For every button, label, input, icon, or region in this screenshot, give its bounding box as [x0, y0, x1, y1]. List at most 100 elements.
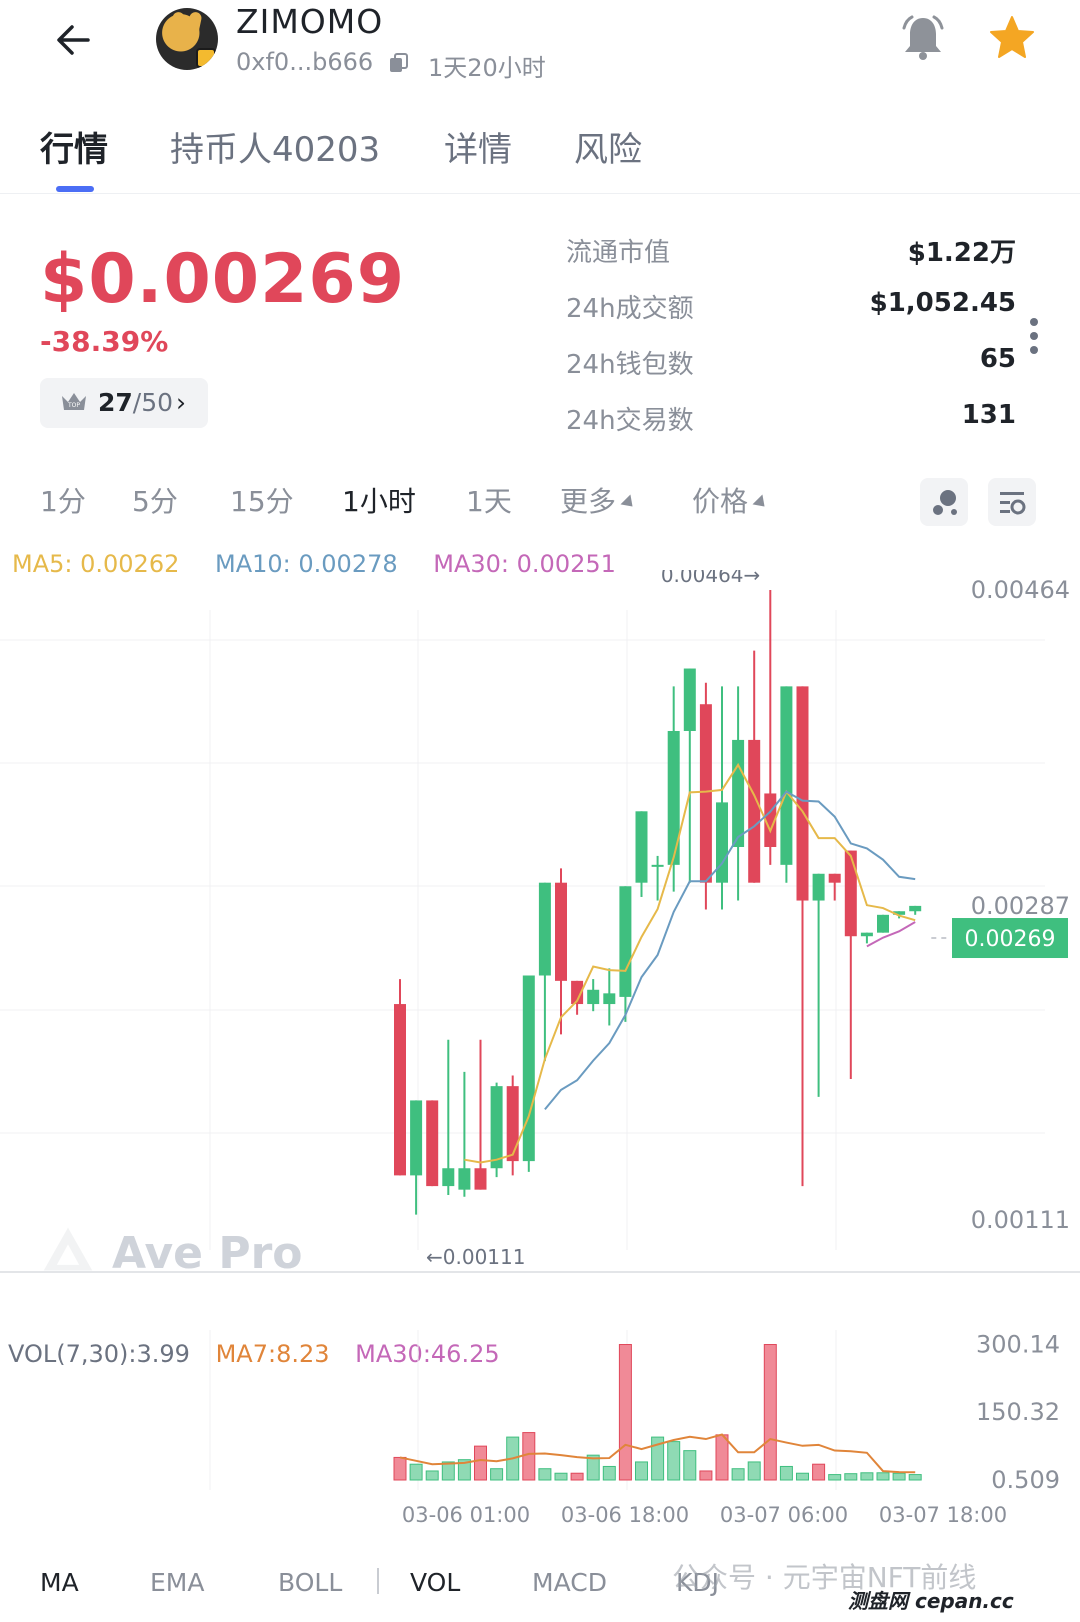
candle-body — [877, 914, 889, 933]
chain-badge-icon — [196, 48, 216, 68]
volume-bar — [522, 1432, 536, 1481]
candle-body — [410, 1100, 423, 1176]
volume-bar — [635, 1461, 648, 1481]
y-axis-label: 0.00464 — [971, 576, 1070, 604]
candle-body — [699, 704, 712, 883]
vol-y-axis-label: 300.14 — [976, 1330, 1060, 1358]
stats-panel: 流通市值 $1.22万 24h成交额 $1,052.45 24h钱包数 65 2… — [566, 232, 1016, 456]
volume-bar — [763, 1344, 777, 1481]
copy-icon[interactable] — [388, 52, 410, 74]
volume-bar — [425, 1470, 439, 1481]
more-vertical-icon[interactable] — [1028, 316, 1040, 356]
back-arrow-icon[interactable] — [52, 18, 96, 62]
stat-value: 65 — [979, 344, 1016, 374]
header: ZIMOMO 0xf0...b666 1天20小时 — [0, 0, 1080, 100]
current-price: $0.00269 — [40, 240, 406, 319]
timeframe-1h[interactable]: 1小时 — [342, 480, 416, 520]
volume-chart[interactable]: 300.14 150.32 0.509 03-06 01:00 03-06 18:00 0… — [0, 1310, 1080, 1540]
candle-body — [555, 882, 567, 981]
volume-bar — [699, 1470, 713, 1481]
token-avatar — [156, 8, 218, 70]
token-address[interactable]: 0xf0...b666 — [236, 48, 373, 76]
candle-body — [538, 882, 551, 976]
brand-watermark: 测盘网 cepan.cc — [848, 1589, 1014, 1613]
volume-bar — [683, 1450, 697, 1481]
candle-body — [780, 686, 793, 865]
drawing-tool-button[interactable] — [920, 478, 968, 526]
stat-value: $1.22万 — [907, 238, 1016, 268]
volume-bar — [715, 1434, 729, 1481]
stat-label: 24h钱包数 — [566, 350, 694, 380]
stat-value: 131 — [961, 400, 1016, 430]
rank-badge[interactable]: TOP 27/50 › — [40, 378, 208, 428]
settings-sliders-icon — [1000, 492, 1026, 515]
tab-bar: 行情 持币人40203 详情 风险 — [0, 110, 1080, 194]
candle-body — [667, 730, 680, 865]
candle-body — [426, 1100, 439, 1187]
timeframe-5m[interactable]: 5分 — [132, 480, 178, 520]
y-axis-label: 0.00111 — [971, 1206, 1070, 1234]
crown-icon: TOP — [62, 393, 86, 410]
volume-bar — [570, 1472, 584, 1481]
tab-market[interactable]: 行情 — [40, 122, 108, 171]
favorite-star-icon[interactable] — [988, 14, 1036, 62]
candle-body — [828, 873, 841, 883]
stat-row-wallets: 24h钱包数 65 — [566, 344, 1016, 400]
ma30-line — [866, 921, 916, 948]
svg-text:TOP: TOP — [67, 402, 80, 409]
indicator-ma[interactable]: MA — [40, 1568, 79, 1597]
timeframe-15m[interactable]: 15分 — [230, 480, 294, 520]
candle-body — [732, 739, 745, 847]
candle-body — [474, 1168, 487, 1190]
candlestick-chart[interactable]: 0.00464 0.00287 0.00111 0.00464→ ←0.00111 0.0… — [0, 570, 1080, 1290]
chart-settings-button[interactable] — [988, 478, 1036, 526]
candle-body — [683, 668, 696, 731]
tab-details[interactable]: 详情 — [444, 122, 512, 171]
tab-holders[interactable]: 持币人40203 — [170, 122, 380, 171]
candle-body — [442, 1168, 455, 1187]
volume-bar — [747, 1461, 761, 1481]
tab-active-indicator — [56, 186, 94, 192]
candle-body — [603, 993, 616, 1005]
candle-body — [635, 811, 648, 883]
stat-row-market-cap: 流通市值 $1.22万 — [566, 232, 1016, 288]
dots-tool-icon — [933, 490, 957, 515]
candle-body — [619, 886, 632, 997]
indicator-macd[interactable]: MACD — [532, 1568, 607, 1597]
x-axis-label: 03-06 18:00 — [561, 1503, 689, 1527]
candle-body — [796, 686, 809, 901]
volume-bar — [490, 1468, 504, 1481]
ave-pro-logo-icon — [43, 1227, 93, 1271]
volume-bar — [844, 1473, 858, 1481]
tab-risk[interactable]: 风险 — [574, 122, 642, 171]
token-age: 1天20小时 — [428, 54, 546, 82]
indicator-ema[interactable]: EMA — [150, 1568, 204, 1597]
bell-icon[interactable] — [900, 14, 946, 62]
x-axis-label: 03-07 18:00 — [879, 1503, 1007, 1527]
volume-bar — [731, 1468, 745, 1481]
candle-body — [844, 850, 857, 937]
indicator-vol[interactable]: VOL — [410, 1568, 460, 1597]
candle-body — [394, 1004, 406, 1176]
vol-y-axis-label: 0.509 — [991, 1466, 1060, 1494]
candle-body — [716, 802, 728, 883]
indicator-boll[interactable]: BOLL — [278, 1568, 342, 1597]
volume-bar — [618, 1344, 632, 1481]
stat-label: 24h交易数 — [566, 406, 694, 436]
timeframe-1m[interactable]: 1分 — [40, 480, 86, 520]
dropdown-triangle-icon — [620, 494, 638, 512]
price-mode-dropdown[interactable]: 价格 — [692, 480, 770, 520]
stat-row-volume: 24h成交额 $1,052.45 — [566, 288, 1016, 344]
timeframe-1d[interactable]: 1天 — [466, 480, 512, 520]
volume-bar — [828, 1474, 842, 1481]
candle-body — [860, 932, 873, 937]
price-change: -38.39% — [40, 325, 169, 358]
watermark-text: Ave Pro — [112, 1228, 303, 1279]
volume-bar — [812, 1463, 826, 1481]
chevron-right-icon: › — [176, 388, 186, 417]
timeframe-more-dropdown[interactable]: 更多 — [560, 480, 638, 520]
candle-body — [812, 873, 825, 901]
vol-y-axis-label: 150.32 — [976, 1398, 1060, 1426]
volume-bar — [860, 1472, 874, 1481]
x-axis-label: 03-07 06:00 — [720, 1503, 848, 1527]
